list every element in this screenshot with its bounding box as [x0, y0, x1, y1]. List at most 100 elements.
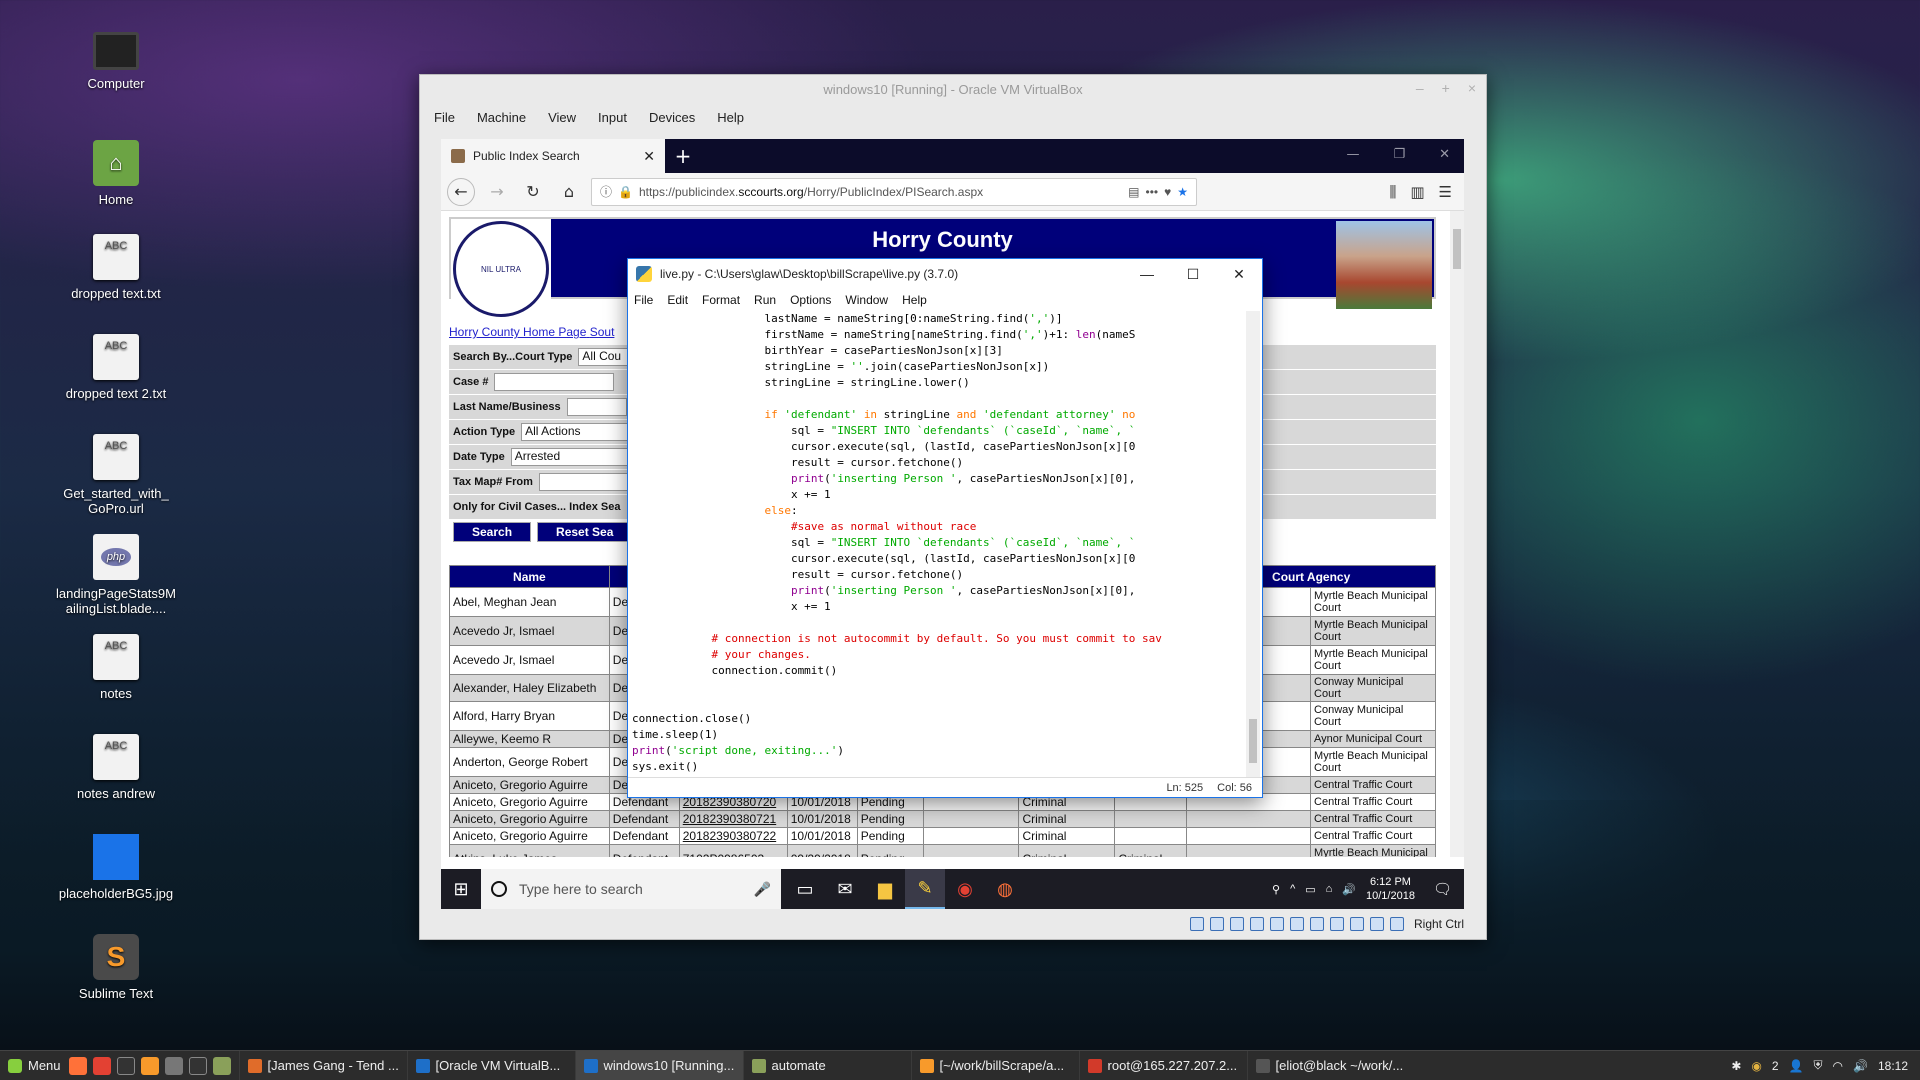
windows-start-icon[interactable]: ⊞ [441, 869, 481, 909]
case-number-cell[interactable]: 20182390380722 [678, 827, 788, 845]
terminal-launcher-icon[interactable] [116, 1056, 135, 1075]
bluetooth-icon[interactable]: ✱ [1731, 1059, 1741, 1073]
home-page-link[interactable]: Horry County Home Page Sout [449, 325, 614, 339]
host-key-icon[interactable] [1389, 917, 1404, 931]
panel-task-button[interactable]: [James Gang - Tend ... [238, 1050, 407, 1080]
reload-icon[interactable]: ↻ [519, 178, 547, 206]
panel-task-button[interactable]: windows10 [Running... [574, 1050, 743, 1080]
info-icon[interactable]: ⓘ [600, 183, 612, 200]
minimize-icon[interactable]: — [1124, 266, 1170, 283]
tax-map-input[interactable] [538, 473, 629, 491]
sublime-launcher-icon[interactable] [140, 1056, 159, 1075]
case-number-input[interactable] [494, 373, 615, 391]
menu-help[interactable]: Help [902, 293, 927, 307]
forward-icon[interactable]: → [483, 178, 511, 206]
maximize-icon[interactable]: ☐ [1170, 266, 1216, 283]
partial-link[interactable]: Sout [590, 325, 615, 339]
mouse-integration-icon[interactable] [1369, 917, 1384, 931]
taskbar-clock[interactable]: 6:12 PM 10/1/2018 [1366, 875, 1415, 903]
page-actions-icon[interactable]: ••• [1146, 185, 1159, 199]
restore-icon[interactable]: ❐ [1393, 147, 1405, 162]
volume-icon[interactable]: 🔊 [1342, 883, 1356, 896]
start-menu-button[interactable]: Menu [0, 1058, 69, 1073]
task-view-icon[interactable]: ▭ [785, 869, 825, 909]
menu-run[interactable]: Run [754, 293, 776, 307]
column-header-name[interactable]: Name [449, 565, 610, 588]
panel-task-button[interactable]: [~/work/billScrape/a... [910, 1050, 1079, 1080]
search-button[interactable]: Search [453, 522, 532, 542]
shared-folders-icon[interactable] [1289, 917, 1304, 931]
firefox-launcher-icon[interactable] [68, 1056, 87, 1075]
desktop-icon-home[interactable]: ⌂ Home [41, 140, 191, 207]
back-icon[interactable]: ← [447, 177, 475, 206]
panel-task-button[interactable]: root@165.227.207.2... [1078, 1050, 1247, 1080]
close-icon[interactable]: ✕ [1439, 147, 1450, 162]
shield-icon[interactable]: ⛨ [1814, 1058, 1823, 1073]
menu-file[interactable]: File [434, 110, 455, 125]
case-number-cell[interactable]: 7102P0986503 [678, 844, 788, 857]
page-scrollbar[interactable] [1450, 211, 1464, 857]
display-icon[interactable] [1309, 917, 1324, 931]
close-icon[interactable]: ✕ [1216, 266, 1262, 283]
bookmark-star-icon[interactable]: ★ [1177, 185, 1188, 199]
sidebar-icon[interactable]: ▥ [1410, 183, 1424, 201]
taskbar-search-box[interactable]: Type here to search 🎤 [481, 869, 781, 909]
code-editor[interactable]: lastName = nameString[0:nameString.find(… [632, 311, 1242, 777]
library-icon[interactable]: ⫼ [1389, 183, 1396, 201]
menu-options[interactable]: Options [790, 293, 831, 307]
home-icon[interactable]: ⌂ [555, 178, 583, 206]
case-number-cell[interactable]: 20182390380721 [678, 810, 788, 828]
hamburger-menu-icon[interactable]: ☰ [1439, 183, 1452, 201]
wifi-icon[interactable]: ◠ [1833, 1059, 1843, 1073]
people-icon[interactable]: ⚲ [1272, 883, 1280, 896]
reader-view-icon[interactable]: ▤ [1128, 185, 1139, 199]
mail-icon[interactable]: ✉ [825, 869, 865, 909]
firefox-icon[interactable]: ◍ [985, 869, 1025, 909]
menu-edit[interactable]: Edit [667, 293, 688, 307]
menu-format[interactable]: Format [702, 293, 740, 307]
file-explorer-icon[interactable]: ▆ [865, 869, 905, 909]
date-type-select[interactable]: Arrested [510, 448, 629, 466]
video-capture-icon[interactable] [1329, 917, 1344, 931]
reset-search-button[interactable]: Reset Sea [537, 522, 633, 542]
last-name-input[interactable] [566, 398, 627, 416]
hard-disk-icon[interactable] [1189, 917, 1204, 931]
tab-public-index-search[interactable]: Public Index Search ✕ [441, 139, 665, 173]
menu-devices[interactable]: Devices [649, 110, 695, 125]
desktop-icon-landing-page[interactable]: php landingPageStats9MailingList.blade..… [41, 534, 191, 616]
close-tab-icon[interactable]: ✕ [643, 148, 655, 165]
show-hidden-icons[interactable]: ^ [1290, 883, 1295, 895]
terminal-2-launcher-icon[interactable] [188, 1056, 207, 1075]
files-launcher-icon[interactable] [212, 1056, 231, 1075]
volume-icon[interactable]: 🔊 [1853, 1059, 1868, 1073]
panel-task-button[interactable]: [eliot@black ~/work/... [1246, 1050, 1415, 1080]
battery-icon[interactable]: ▭ [1305, 883, 1315, 896]
microphone-icon[interactable]: 🎤 [754, 881, 771, 898]
maximize-icon[interactable]: + [1442, 80, 1450, 96]
optical-drive-icon[interactable] [1209, 917, 1224, 931]
user-icon[interactable]: 👤 [1789, 1059, 1804, 1073]
pocket-icon[interactable]: ♥ [1164, 185, 1171, 199]
desktop-icon-placeholder-image[interactable]: placeholderBG5.jpg [41, 834, 191, 901]
menu-view[interactable]: View [548, 110, 576, 125]
chrome-launcher-icon[interactable] [92, 1056, 111, 1075]
network-adapter-icon[interactable] [1249, 917, 1264, 931]
close-icon[interactable]: × [1468, 80, 1476, 96]
python-idle-icon[interactable]: ✎ [905, 869, 945, 909]
cpu-icon[interactable] [1349, 917, 1364, 931]
desktop-icon-sublime[interactable]: S Sublime Text [41, 934, 191, 1001]
action-type-select[interactable]: All Actions [521, 423, 632, 441]
network-icon[interactable]: ⌂ [1326, 883, 1333, 895]
panel-clock[interactable]: 18:12 [1878, 1059, 1908, 1073]
audio-icon[interactable] [1229, 917, 1244, 931]
menu-machine[interactable]: Machine [477, 110, 526, 125]
idle-titlebar[interactable]: live.py - C:\Users\glaw\Desktop\billScra… [628, 259, 1262, 289]
new-tab-icon[interactable]: + [665, 139, 701, 173]
action-center-icon[interactable]: 🗨 [1433, 880, 1452, 898]
minimize-icon[interactable]: — [1346, 147, 1359, 162]
desktop-icon-dropped-text-2[interactable]: ABC dropped text 2.txt [41, 334, 191, 401]
settings-launcher-icon[interactable] [164, 1056, 183, 1075]
virtualbox-titlebar[interactable]: windows10 [Running] - Oracle VM VirtualB… [420, 75, 1486, 103]
url-bar[interactable]: ⓘ 🔒 https://publicindex.sccourts.org/Hor… [591, 177, 1197, 206]
desktop-icon-notes-andrew[interactable]: ABC notes andrew [41, 734, 191, 801]
